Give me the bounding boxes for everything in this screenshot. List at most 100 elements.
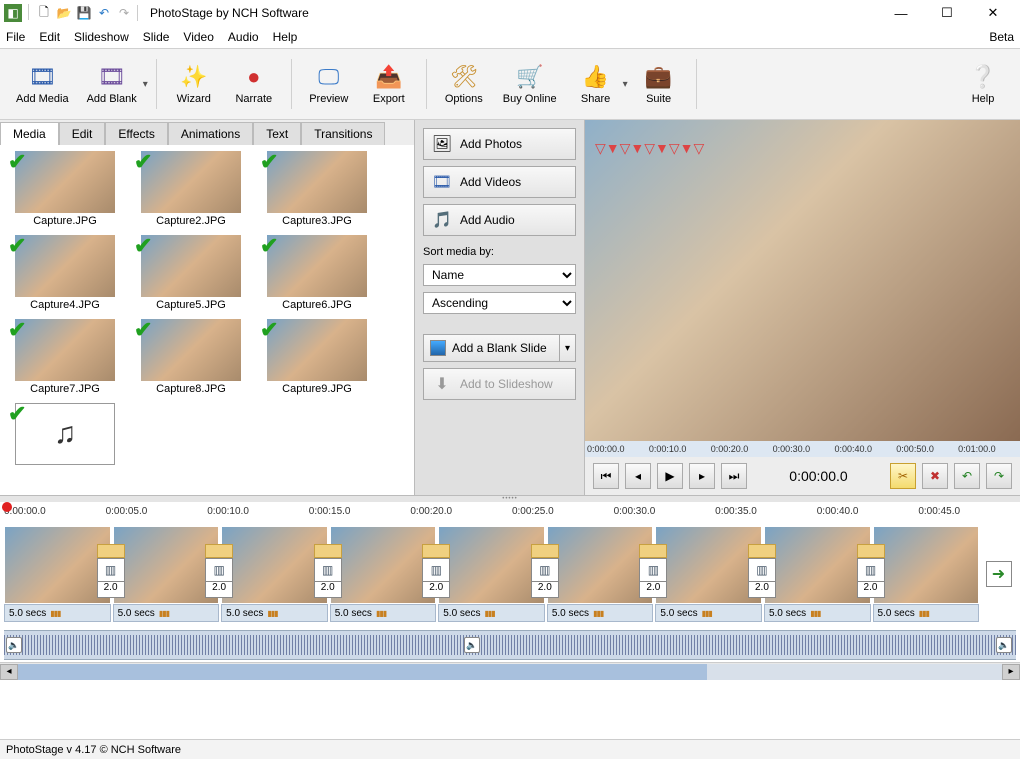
undo-icon[interactable]: ↶ <box>95 4 113 22</box>
speaker-icon[interactable]: 🔈 <box>464 637 480 653</box>
menu-slideshow[interactable]: Slideshow <box>74 30 129 44</box>
minimize-button[interactable]: — <box>878 0 924 26</box>
media-thumbnail[interactable]: ✔Capture7.JPG <box>6 319 124 395</box>
transition[interactable]: ▥2.0 <box>748 544 776 598</box>
transition[interactable]: ▥2.0 <box>857 544 885 598</box>
timeline-clip[interactable]: 5.0 secs▮▮▮▥2.0 <box>438 526 545 622</box>
media-thumbnail-audio[interactable]: ✔♫ <box>6 403 124 465</box>
playhead-time: 0:00:00.0 <box>753 468 884 484</box>
timeline-clip[interactable]: 5.0 secs▮▮▮ <box>873 526 980 622</box>
help-button[interactable]: ❔ Help <box>954 59 1012 109</box>
narrate-button[interactable]: ● Narrate <box>225 59 283 109</box>
undo-playbar-button[interactable]: ↶ <box>954 463 980 489</box>
timeline-clip[interactable]: 5.0 secs▮▮▮▥2.0 <box>547 526 654 622</box>
add-blank-dropdown[interactable]: ▾ <box>143 79 148 90</box>
add-clip-button[interactable]: ➜ <box>981 526 1016 622</box>
scroll-left-button[interactable]: ◂ <box>0 664 18 680</box>
tab-edit[interactable]: Edit <box>59 122 106 145</box>
speaker-icon[interactable]: 🔈 <box>996 637 1012 653</box>
last-frame-button[interactable]: ⏭ <box>721 463 747 489</box>
redo-playbar-button[interactable]: ↷ <box>986 463 1012 489</box>
media-bin[interactable]: ✔Capture.JPG✔Capture2.JPG✔Capture3.JPG✔C… <box>0 145 414 495</box>
export-button[interactable]: 📤 Export <box>360 59 418 109</box>
scroll-right-button[interactable]: ▸ <box>1002 664 1020 680</box>
buy-online-button[interactable]: 🛒 Buy Online <box>495 59 565 109</box>
first-frame-button[interactable]: ⏮ <box>593 463 619 489</box>
media-thumbnail[interactable]: ✔Capture4.JPG <box>6 235 124 311</box>
ruler-mark: 0:00:20.0 <box>410 506 508 517</box>
next-frame-button[interactable]: ▸ <box>689 463 715 489</box>
menu-help[interactable]: Help <box>273 30 298 44</box>
media-thumbnail[interactable]: ✔Capture.JPG <box>6 151 124 227</box>
speaker-icon[interactable]: 🔈 <box>6 637 22 653</box>
maximize-button[interactable]: ☐ <box>924 0 970 26</box>
sort-field-select[interactable]: Name <box>423 264 576 286</box>
menu-slide[interactable]: Slide <box>143 30 170 44</box>
suite-button[interactable]: 💼 Suite <box>630 59 688 109</box>
media-thumbnail[interactable]: ✔Capture3.JPG <box>258 151 376 227</box>
add-blank-slide-button[interactable]: Add a Blank Slide ▾ <box>423 334 576 362</box>
menu-file[interactable]: File <box>6 30 25 44</box>
cut-button[interactable]: ✂ <box>890 463 916 489</box>
tab-text[interactable]: Text <box>253 122 301 145</box>
close-button[interactable]: ✕ <box>970 0 1016 26</box>
timeline-clip[interactable]: 5.0 secs▮▮▮▥2.0 <box>655 526 762 622</box>
timeline-clip[interactable]: 5.0 secs▮▮▮▥2.0 <box>221 526 328 622</box>
media-thumbnail[interactable]: ✔Capture8.JPG <box>132 319 250 395</box>
play-button[interactable]: ▶ <box>657 463 683 489</box>
transition[interactable]: ▥2.0 <box>314 544 342 598</box>
save-icon[interactable]: 💾 <box>75 4 93 22</box>
share-button[interactable]: 👍 Share <box>567 59 625 109</box>
timeline-clip[interactable]: 5.0 secs▮▮▮▥2.0 <box>4 526 111 622</box>
add-to-slideshow-button[interactable]: ⬇ Add to Slideshow <box>423 368 576 400</box>
add-audio-button[interactable]: 🎵 Add Audio <box>423 204 576 236</box>
timeline-scrollbar[interactable]: ◂ ▸ <box>0 662 1020 680</box>
transition-duration: 2.0 <box>314 582 342 598</box>
open-icon[interactable]: 📂 <box>55 4 73 22</box>
options-button[interactable]: 🛠 Options <box>435 59 493 109</box>
media-thumbnail[interactable]: ✔Capture6.JPG <box>258 235 376 311</box>
thumbnail-name: Capture6.JPG <box>282 299 352 311</box>
add-videos-button[interactable]: 🎞 Add Videos <box>423 166 576 198</box>
prev-frame-button[interactable]: ◂ <box>625 463 651 489</box>
media-thumbnail[interactable]: ✔Capture9.JPG <box>258 319 376 395</box>
scroll-track[interactable] <box>18 664 1002 680</box>
add-blank-button[interactable]: 🎞 Add Blank <box>79 59 145 109</box>
transition[interactable]: ▥2.0 <box>97 544 125 598</box>
timeline-clip[interactable]: 5.0 secs▮▮▮▥2.0 <box>113 526 220 622</box>
media-thumbnail[interactable]: ✔Capture5.JPG <box>132 235 250 311</box>
menu-edit[interactable]: Edit <box>39 30 60 44</box>
tab-media[interactable]: Media <box>0 122 59 145</box>
wizard-button[interactable]: ✨ Wizard <box>165 59 223 109</box>
delete-button[interactable]: ✖ <box>922 463 948 489</box>
timeline-ruler[interactable]: 0:00:00.00:00:05.00:00:10.00:00:15.00:00… <box>0 502 1020 520</box>
add-photos-button[interactable]: 🖼 Add Photos <box>423 128 576 160</box>
tab-effects[interactable]: Effects <box>105 122 167 145</box>
audio-track[interactable]: 🔈 🔈 🔈 <box>4 630 1016 660</box>
share-dropdown[interactable]: ▾ <box>623 79 628 90</box>
playhead-icon[interactable] <box>2 502 12 512</box>
new-icon[interactable]: 🗋 <box>35 4 53 22</box>
redo-icon[interactable]: ↷ <box>115 4 133 22</box>
scroll-thumb[interactable] <box>18 664 707 680</box>
video-track[interactable]: 5.0 secs▮▮▮▥2.05.0 secs▮▮▮▥2.05.0 secs▮▮… <box>0 520 1020 628</box>
transition[interactable]: ▥2.0 <box>531 544 559 598</box>
add-blank-slide-dropdown[interactable]: ▾ <box>560 334 576 362</box>
tab-transitions[interactable]: Transitions <box>301 122 385 145</box>
transition[interactable]: ▥2.0 <box>422 544 450 598</box>
help-icon: ❔ <box>969 63 997 91</box>
menu-audio[interactable]: Audio <box>228 30 259 44</box>
thumbnail-name: Capture.JPG <box>33 215 97 227</box>
sort-direction-select[interactable]: Ascending <box>423 292 576 314</box>
preview-button[interactable]: 🖵 Preview <box>300 59 358 109</box>
transition-duration: 2.0 <box>422 582 450 598</box>
media-thumbnail[interactable]: ✔Capture2.JPG <box>132 151 250 227</box>
timeline-clip[interactable]: 5.0 secs▮▮▮▥2.0 <box>764 526 871 622</box>
add-media-button[interactable]: 🎞 Add Media <box>8 59 77 109</box>
timeline-clip[interactable]: 5.0 secs▮▮▮▥2.0 <box>330 526 437 622</box>
menu-video[interactable]: Video <box>183 30 213 44</box>
transition[interactable]: ▥2.0 <box>639 544 667 598</box>
statusbar: PhotoStage v 4.17 © NCH Software <box>0 739 1020 759</box>
tab-animations[interactable]: Animations <box>168 122 253 145</box>
transition[interactable]: ▥2.0 <box>205 544 233 598</box>
